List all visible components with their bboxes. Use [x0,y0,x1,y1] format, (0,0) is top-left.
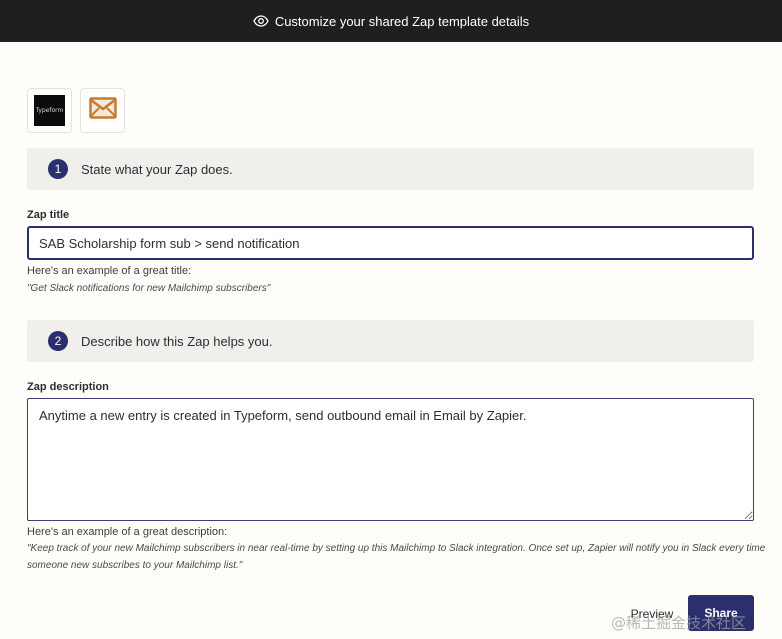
typeform-app: Typeform [27,88,72,133]
step-text: State what your Zap does. [81,161,233,177]
step-number: 2 [48,331,68,351]
step-text: Describe how this Zap helps you. [81,333,273,349]
app-icons: Typeform [27,88,125,133]
step-1-banner: 1 State what your Zap does. [27,148,754,190]
title-hint: Here's an example of a great title: [27,265,192,277]
zap-description-textarea[interactable]: Anytime a new entry is created in Typefo… [27,398,754,521]
step-2-banner: 2 Describe how this Zap helps you. [27,320,754,362]
description-hint: Here's an example of a great description… [27,526,228,538]
title-example: "Get Slack notifications for new Mailchi… [27,283,271,294]
zap-description-label: Zap description [27,381,109,393]
zap-title-label: Zap title [27,209,70,221]
banner-title: Customize your shared Zap template detai… [274,13,530,29]
eye-icon [253,13,269,29]
envelope-icon [88,97,117,124]
preview-button[interactable]: Preview [622,602,682,626]
top-banner: Customize your shared Zap template detai… [0,0,782,42]
typeform-logo-text: Typeform [35,107,64,114]
zap-title-input[interactable] [27,226,754,260]
share-button[interactable]: Share [688,595,754,631]
description-example: "Keep track of your new Mailchimp subscr… [27,543,766,571]
typeform-icon: Typeform [34,95,65,126]
step-number: 1 [48,159,68,179]
email-app [80,88,125,133]
